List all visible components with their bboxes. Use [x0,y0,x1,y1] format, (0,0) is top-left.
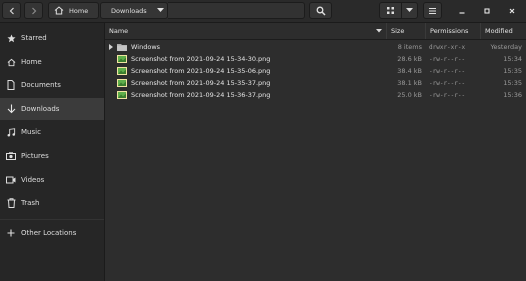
table-row[interactable]: Screenshot from 2021-09-24 15-35-06.png … [105,65,526,77]
sidebar-item-label: Home [21,58,42,66]
column-permissions[interactable]: Permissions [425,23,480,39]
sidebar-divider [0,219,104,220]
star-icon [6,33,16,43]
sidebar-item-label: Starred [21,34,47,42]
maximize-icon [484,8,490,14]
path-bar-empty [168,2,305,19]
chevron-down-icon [156,8,164,12]
sidebar-item-label: Documents [21,81,61,89]
sidebar-item-other-locations[interactable]: Other Locations [0,222,104,244]
image-file-icon [117,55,127,63]
search-button[interactable] [309,2,332,19]
sidebar-item-label: Music [21,128,41,136]
table-row[interactable]: Screenshot from 2021-09-24 15-34-30.png … [105,53,526,65]
file-permissions: -rw-r--r-- [429,91,466,99]
header-bar: Home Downloads [0,0,526,23]
chevron-down-icon [406,8,413,12]
download-icon [6,104,16,114]
file-modified: Yesterday [490,43,522,51]
camera-icon [6,151,16,161]
column-modified-label: Modified [485,27,513,35]
image-file-icon [117,91,127,99]
search-icon [316,6,326,16]
back-button[interactable] [2,2,21,19]
sidebar-item-home[interactable]: Home [0,51,104,73]
sidebar-item-label: Pictures [21,152,49,160]
close-button[interactable] [505,4,519,18]
home-icon [54,6,64,15]
sidebar-item-starred[interactable]: Starred [0,27,104,49]
path-home-label: Home [69,6,89,15]
maximize-button[interactable] [480,4,494,18]
file-name: Windows [131,43,161,51]
column-modified[interactable]: Modified [480,23,526,39]
table-row[interactable]: Windows 8 items drwxr-xr-x Yesterday [105,41,526,53]
file-name: Screenshot from 2021-09-24 15-34-30.png [131,55,271,63]
grid-icon [387,7,394,14]
path-downloads-button[interactable]: Downloads [100,2,168,19]
path-downloads-label: Downloads [111,6,147,15]
file-size: 38.4 kB [397,67,422,75]
column-size-label: Size [391,27,405,35]
file-name: Screenshot from 2021-09-24 15-35-06.png [131,67,271,75]
expand-arrow-icon[interactable] [109,44,113,50]
home-icon [6,57,16,67]
sidebar-item-label: Downloads [21,105,60,113]
file-size: 28.6 kB [397,55,422,63]
image-file-icon [117,67,127,75]
sidebar-item-pictures[interactable]: Pictures [0,145,104,167]
file-permissions: -rw-r--r-- [429,55,466,63]
view-grid-button[interactable] [379,2,402,19]
file-modified: 15:34 [503,55,522,63]
column-size[interactable]: Size [386,23,425,39]
music-icon [6,127,16,137]
forward-button[interactable] [24,2,43,19]
sidebar-item-documents[interactable]: Documents [0,74,104,96]
file-list: Name Size Permissions Modified Windows 8… [105,23,526,281]
chevron-right-icon [31,7,36,14]
column-name-label: Name [109,27,129,35]
file-modified: 15:35 [503,79,522,87]
close-icon [509,8,515,14]
file-name: Screenshot from 2021-09-24 15-35-37.png [131,79,271,87]
table-row[interactable]: Screenshot from 2021-09-24 15-35-37.png … [105,77,526,89]
sidebar-item-label: Trash [21,199,40,207]
file-permissions: -rw-r--r-- [429,79,466,87]
sidebar-item-label: Other Locations [21,229,77,237]
sidebar-item-label: Videos [21,176,45,184]
file-size: 25.0 kB [397,91,422,99]
chevron-left-icon [9,7,14,14]
sidebar-item-videos[interactable]: Videos [0,169,104,191]
file-modified: 15:36 [503,91,522,99]
column-permissions-label: Permissions [430,27,469,35]
trash-icon [6,198,16,208]
file-permissions: drwxr-xr-x [429,43,466,51]
sidebar: Starred Home Documents Downloads Music P… [0,23,105,281]
column-name[interactable]: Name [105,23,386,39]
folder-icon [117,44,127,51]
table-row[interactable]: Screenshot from 2021-09-24 15-36-37.png … [105,89,526,101]
file-size: 8 items [397,43,422,51]
file-size: 38.1 kB [397,79,422,87]
video-icon [6,175,16,185]
sidebar-item-trash[interactable]: Trash [0,192,104,214]
sidebar-item-downloads[interactable]: Downloads [0,98,104,120]
column-header: Name Size Permissions Modified [105,23,526,40]
minimize-button[interactable] [455,4,469,18]
document-icon [6,80,16,90]
view-options-button[interactable] [401,2,418,19]
path-home-button[interactable]: Home [48,2,99,19]
minimize-icon [459,12,465,14]
image-file-icon [117,79,127,87]
sidebar-item-music[interactable]: Music [0,121,104,143]
file-name: Screenshot from 2021-09-24 15-36-37.png [131,91,271,99]
menu-button[interactable] [423,2,442,19]
plus-icon [6,228,16,238]
hamburger-icon [429,7,436,14]
file-permissions: -rw-r--r-- [429,67,466,75]
file-modified: 15:35 [503,67,522,75]
sort-descending-icon [376,29,382,33]
